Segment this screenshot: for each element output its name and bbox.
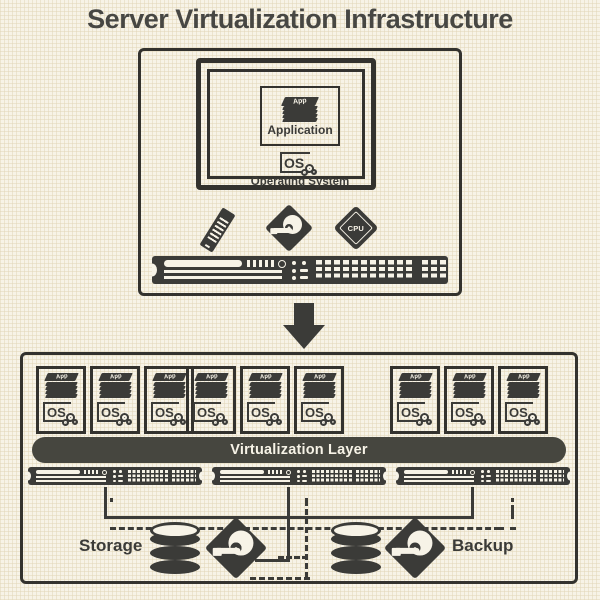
os-gear-icon: OS [280, 152, 320, 176]
vm-card[interactable]: App OS [444, 366, 494, 434]
connector-dot-right [511, 498, 514, 502]
vm-card[interactable]: App OS [390, 366, 440, 434]
application-panel: App Application [260, 86, 340, 146]
virtualization-layer-bar: Virtualization Layer [32, 437, 566, 463]
os-gear-icon: OS [451, 402, 489, 428]
os-gear-icon: OS [247, 402, 285, 428]
ram-stick-icon [199, 207, 236, 253]
os-badge-label: OS [509, 404, 528, 420]
connector-vertical-right [471, 487, 474, 519]
app-stack-label: App [292, 96, 308, 106]
os-badge-label: OS [401, 404, 420, 420]
connector-dashed-right-tail [498, 527, 516, 530]
connector-vertical-center [287, 487, 290, 562]
cpu-chip-label: CPU [347, 223, 365, 233]
connector-dot-left [110, 498, 113, 502]
app-stack-label: App [205, 373, 218, 381]
connector-right-down [511, 505, 514, 519]
storage-label: Storage [79, 536, 143, 555]
connector-vertical-left [104, 487, 107, 519]
app-stack-label: App [163, 373, 176, 381]
app-stack-icon: App [42, 373, 82, 399]
down-arrow-icon [283, 303, 325, 349]
database-cylinder-icon-backup [331, 522, 381, 580]
app-stack-label: App [409, 373, 422, 381]
app-stack-label: App [55, 373, 68, 381]
os-badge-label: OS [251, 404, 270, 420]
vm-screen-inner-frame: App Application OS Operating System [207, 69, 365, 188]
connector-dashed-lower [250, 577, 310, 580]
os-gear-icon: OS [97, 402, 135, 428]
app-stack-icon: App [96, 373, 136, 399]
os-badge-label: OS [284, 154, 305, 171]
connector-dashed-stub [278, 556, 308, 559]
os-gear-icon: OS [301, 402, 339, 428]
os-badge-label: OS [101, 404, 120, 420]
os-badge-label: OS [197, 404, 216, 420]
application-label: Application [267, 122, 333, 137]
vm-card[interactable]: App OS [240, 366, 290, 434]
app-stack-label: App [517, 373, 530, 381]
app-stack-icon: App [192, 373, 232, 399]
operating-system-panel: OS Operating System [251, 152, 349, 188]
os-gear-icon: OS [151, 402, 189, 428]
os-gear-icon: OS [43, 402, 81, 428]
app-stack-icon: App [396, 373, 436, 399]
app-stack-icon: App [450, 373, 490, 399]
app-stack-label: App [463, 373, 476, 381]
vm-card[interactable]: App OS [498, 366, 548, 434]
cpu-chip-icon: CPU [333, 205, 379, 251]
os-badge-label: OS [155, 404, 174, 420]
os-badge-label: OS [455, 404, 474, 420]
virtualization-layer-label: Virtualization Layer [230, 442, 368, 458]
server-rack-icon [212, 467, 386, 485]
operating-system-label: Operating System [250, 176, 350, 188]
database-cylinder-icon-storage [150, 522, 200, 580]
app-stack-label: App [109, 373, 122, 381]
app-stack-icon: App [300, 373, 340, 399]
app-stack-icon: App [246, 373, 286, 399]
app-stack-label: App [313, 373, 326, 381]
connector-dot-center [305, 498, 308, 502]
os-badge-label: OS [305, 404, 324, 420]
page-title: Server Virtualization Infrastructure [87, 4, 513, 34]
server-rack-icon-main [152, 256, 448, 284]
connector-center-stub [255, 559, 290, 562]
os-gear-icon: OS [193, 402, 231, 428]
connector-dashed-vertical [305, 500, 308, 578]
os-badge-label: OS [47, 404, 66, 420]
os-gear-icon: OS [505, 402, 543, 428]
vm-card[interactable]: App OS [186, 366, 236, 434]
vm-card[interactable]: App OS [90, 366, 140, 434]
hard-disk-icon [264, 203, 314, 253]
app-stack-icon: App [504, 373, 544, 399]
server-rack-icon [28, 467, 202, 485]
vm-card[interactable]: App OS [294, 366, 344, 434]
app-stack-icon: App [150, 373, 190, 399]
backup-label: Backup [452, 536, 514, 555]
app-stack-label: App [259, 373, 272, 381]
server-rack-icon [396, 467, 570, 485]
vm-card[interactable]: App OS [36, 366, 86, 434]
vm-screen-frame: App Application OS Operating System [196, 58, 376, 190]
app-stack-icon: App [279, 96, 321, 122]
os-gear-icon: OS [397, 402, 435, 428]
hardware-icon-row: CPU [199, 203, 400, 253]
